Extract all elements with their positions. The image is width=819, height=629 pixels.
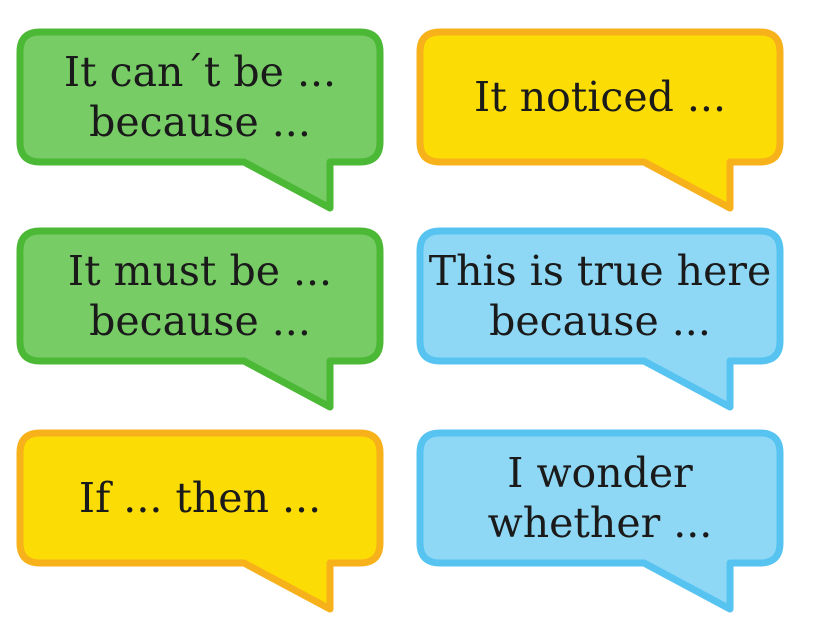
speech-bubble-6: I wonder whether ... — [416, 429, 784, 613]
bubble-text-line: It must be ... — [67, 247, 333, 295]
speech-bubble-1: It can´t be ... because ... — [16, 28, 384, 212]
bubble-text-line: whether ... — [487, 499, 713, 547]
bubble-text: It noticed ... — [416, 28, 784, 166]
bubble-text: This is true here because ... — [416, 227, 784, 365]
bubble-text-line: because ... — [89, 297, 311, 345]
bubble-text-line: I wonder — [507, 449, 693, 497]
bubble-text-line: This is true here — [428, 247, 772, 295]
bubble-text-line: It noticed ... — [474, 73, 726, 121]
speech-bubble-5: If ... then ... — [16, 429, 384, 613]
bubble-text: It must be ... because ... — [16, 227, 384, 365]
bubble-text: I wonder whether ... — [416, 429, 784, 567]
bubble-text-line: It can´t be ... — [63, 48, 337, 96]
bubble-text: If ... then ... — [16, 429, 384, 567]
speech-bubble-2: It noticed ... — [416, 28, 784, 212]
bubble-text-line: because ... — [489, 297, 711, 345]
bubble-text-line: because ... — [89, 98, 311, 146]
speech-bubble-4: This is true here because ... — [416, 227, 784, 411]
bubble-text-line: If ... then ... — [78, 474, 322, 522]
bubble-text: It can´t be ... because ... — [16, 28, 384, 166]
speech-bubble-3: It must be ... because ... — [16, 227, 384, 411]
